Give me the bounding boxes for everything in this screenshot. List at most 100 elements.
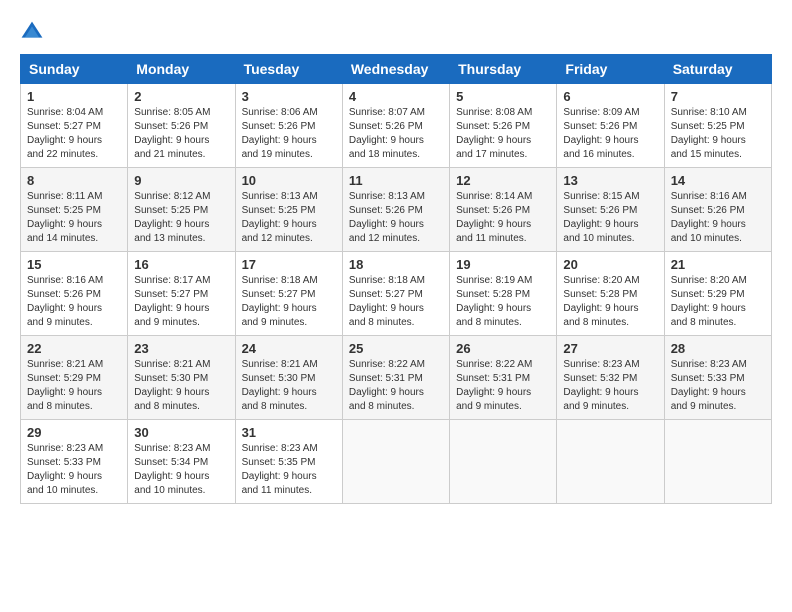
- day-number: 18: [349, 257, 443, 272]
- day-number: 16: [134, 257, 228, 272]
- day-info: Sunrise: 8:16 AMSunset: 5:26 PMDaylight:…: [671, 191, 747, 244]
- logo: [20, 20, 48, 44]
- day-info: Sunrise: 8:10 AMSunset: 5:25 PMDaylight:…: [671, 107, 747, 160]
- calendar-cell: 6 Sunrise: 8:09 AMSunset: 5:26 PMDayligh…: [557, 84, 664, 168]
- calendar-cell: 25 Sunrise: 8:22 AMSunset: 5:31 PMDaylig…: [342, 336, 449, 420]
- day-info: Sunrise: 8:23 AMSunset: 5:32 PMDaylight:…: [563, 359, 639, 412]
- day-info: Sunrise: 8:21 AMSunset: 5:29 PMDaylight:…: [27, 359, 103, 412]
- calendar-cell: 23 Sunrise: 8:21 AMSunset: 5:30 PMDaylig…: [128, 336, 235, 420]
- day-number: 5: [456, 89, 550, 104]
- day-number: 8: [27, 173, 121, 188]
- day-number: 9: [134, 173, 228, 188]
- calendar-cell: 4 Sunrise: 8:07 AMSunset: 5:26 PMDayligh…: [342, 84, 449, 168]
- day-number: 17: [242, 257, 336, 272]
- calendar-cell: 19 Sunrise: 8:19 AMSunset: 5:28 PMDaylig…: [450, 252, 557, 336]
- day-number: 30: [134, 425, 228, 440]
- calendar-cell: 24 Sunrise: 8:21 AMSunset: 5:30 PMDaylig…: [235, 336, 342, 420]
- calendar-cell: 18 Sunrise: 8:18 AMSunset: 5:27 PMDaylig…: [342, 252, 449, 336]
- calendar-cell: 29 Sunrise: 8:23 AMSunset: 5:33 PMDaylig…: [21, 420, 128, 504]
- weekday-header-monday: Monday: [128, 55, 235, 84]
- week-row-5: 29 Sunrise: 8:23 AMSunset: 5:33 PMDaylig…: [21, 420, 772, 504]
- day-number: 19: [456, 257, 550, 272]
- calendar-cell: 14 Sunrise: 8:16 AMSunset: 5:26 PMDaylig…: [664, 168, 771, 252]
- day-number: 29: [27, 425, 121, 440]
- calendar-cell: 28 Sunrise: 8:23 AMSunset: 5:33 PMDaylig…: [664, 336, 771, 420]
- calendar-cell: 26 Sunrise: 8:22 AMSunset: 5:31 PMDaylig…: [450, 336, 557, 420]
- day-info: Sunrise: 8:14 AMSunset: 5:26 PMDaylight:…: [456, 191, 532, 244]
- calendar-cell: 27 Sunrise: 8:23 AMSunset: 5:32 PMDaylig…: [557, 336, 664, 420]
- calendar-cell: [664, 420, 771, 504]
- day-info: Sunrise: 8:11 AMSunset: 5:25 PMDaylight:…: [27, 191, 102, 244]
- page-container: SundayMondayTuesdayWednesdayThursdayFrid…: [20, 20, 772, 504]
- day-number: 23: [134, 341, 228, 356]
- calendar-cell: 12 Sunrise: 8:14 AMSunset: 5:26 PMDaylig…: [450, 168, 557, 252]
- calendar-cell: 1 Sunrise: 8:04 AMSunset: 5:27 PMDayligh…: [21, 84, 128, 168]
- weekday-header-thursday: Thursday: [450, 55, 557, 84]
- day-number: 20: [563, 257, 657, 272]
- calendar-cell: 9 Sunrise: 8:12 AMSunset: 5:25 PMDayligh…: [128, 168, 235, 252]
- week-row-1: 1 Sunrise: 8:04 AMSunset: 5:27 PMDayligh…: [21, 84, 772, 168]
- calendar-cell: [342, 420, 449, 504]
- calendar-cell: 16 Sunrise: 8:17 AMSunset: 5:27 PMDaylig…: [128, 252, 235, 336]
- day-number: 26: [456, 341, 550, 356]
- weekday-header-tuesday: Tuesday: [235, 55, 342, 84]
- week-row-2: 8 Sunrise: 8:11 AMSunset: 5:25 PMDayligh…: [21, 168, 772, 252]
- day-info: Sunrise: 8:15 AMSunset: 5:26 PMDaylight:…: [563, 191, 639, 244]
- weekday-header-saturday: Saturday: [664, 55, 771, 84]
- week-row-3: 15 Sunrise: 8:16 AMSunset: 5:26 PMDaylig…: [21, 252, 772, 336]
- calendar-cell: 17 Sunrise: 8:18 AMSunset: 5:27 PMDaylig…: [235, 252, 342, 336]
- day-number: 22: [27, 341, 121, 356]
- day-info: Sunrise: 8:07 AMSunset: 5:26 PMDaylight:…: [349, 107, 425, 160]
- calendar-cell: 10 Sunrise: 8:13 AMSunset: 5:25 PMDaylig…: [235, 168, 342, 252]
- day-info: Sunrise: 8:21 AMSunset: 5:30 PMDaylight:…: [134, 359, 210, 412]
- day-info: Sunrise: 8:22 AMSunset: 5:31 PMDaylight:…: [456, 359, 532, 412]
- day-info: Sunrise: 8:23 AMSunset: 5:33 PMDaylight:…: [671, 359, 747, 412]
- day-number: 21: [671, 257, 765, 272]
- day-info: Sunrise: 8:23 AMSunset: 5:33 PMDaylight:…: [27, 443, 103, 496]
- day-info: Sunrise: 8:04 AMSunset: 5:27 PMDaylight:…: [27, 107, 103, 160]
- calendar-cell: 15 Sunrise: 8:16 AMSunset: 5:26 PMDaylig…: [21, 252, 128, 336]
- day-number: 12: [456, 173, 550, 188]
- calendar-table: SundayMondayTuesdayWednesdayThursdayFrid…: [20, 54, 772, 504]
- calendar-cell: [557, 420, 664, 504]
- calendar-cell: 30 Sunrise: 8:23 AMSunset: 5:34 PMDaylig…: [128, 420, 235, 504]
- day-number: 14: [671, 173, 765, 188]
- day-number: 31: [242, 425, 336, 440]
- calendar-cell: 21 Sunrise: 8:20 AMSunset: 5:29 PMDaylig…: [664, 252, 771, 336]
- day-info: Sunrise: 8:16 AMSunset: 5:26 PMDaylight:…: [27, 275, 103, 328]
- calendar-cell: 11 Sunrise: 8:13 AMSunset: 5:26 PMDaylig…: [342, 168, 449, 252]
- day-number: 25: [349, 341, 443, 356]
- day-number: 4: [349, 89, 443, 104]
- header: [20, 20, 772, 44]
- day-info: Sunrise: 8:05 AMSunset: 5:26 PMDaylight:…: [134, 107, 210, 160]
- calendar-cell: 7 Sunrise: 8:10 AMSunset: 5:25 PMDayligh…: [664, 84, 771, 168]
- calendar-cell: 31 Sunrise: 8:23 AMSunset: 5:35 PMDaylig…: [235, 420, 342, 504]
- weekday-header-friday: Friday: [557, 55, 664, 84]
- weekday-header-row: SundayMondayTuesdayWednesdayThursdayFrid…: [21, 55, 772, 84]
- day-info: Sunrise: 8:13 AMSunset: 5:26 PMDaylight:…: [349, 191, 425, 244]
- calendar-cell: [450, 420, 557, 504]
- day-info: Sunrise: 8:21 AMSunset: 5:30 PMDaylight:…: [242, 359, 318, 412]
- day-number: 11: [349, 173, 443, 188]
- day-info: Sunrise: 8:20 AMSunset: 5:29 PMDaylight:…: [671, 275, 747, 328]
- day-number: 10: [242, 173, 336, 188]
- calendar-cell: 8 Sunrise: 8:11 AMSunset: 5:25 PMDayligh…: [21, 168, 128, 252]
- day-number: 1: [27, 89, 121, 104]
- day-number: 15: [27, 257, 121, 272]
- day-info: Sunrise: 8:06 AMSunset: 5:26 PMDaylight:…: [242, 107, 318, 160]
- day-info: Sunrise: 8:20 AMSunset: 5:28 PMDaylight:…: [563, 275, 639, 328]
- day-number: 2: [134, 89, 228, 104]
- day-info: Sunrise: 8:18 AMSunset: 5:27 PMDaylight:…: [349, 275, 425, 328]
- day-number: 13: [563, 173, 657, 188]
- day-number: 24: [242, 341, 336, 356]
- day-info: Sunrise: 8:23 AMSunset: 5:34 PMDaylight:…: [134, 443, 210, 496]
- weekday-header-sunday: Sunday: [21, 55, 128, 84]
- day-number: 6: [563, 89, 657, 104]
- calendar-cell: 3 Sunrise: 8:06 AMSunset: 5:26 PMDayligh…: [235, 84, 342, 168]
- day-info: Sunrise: 8:12 AMSunset: 5:25 PMDaylight:…: [134, 191, 210, 244]
- calendar-cell: 5 Sunrise: 8:08 AMSunset: 5:26 PMDayligh…: [450, 84, 557, 168]
- calendar-cell: 20 Sunrise: 8:20 AMSunset: 5:28 PMDaylig…: [557, 252, 664, 336]
- day-info: Sunrise: 8:17 AMSunset: 5:27 PMDaylight:…: [134, 275, 210, 328]
- day-number: 27: [563, 341, 657, 356]
- calendar-cell: 13 Sunrise: 8:15 AMSunset: 5:26 PMDaylig…: [557, 168, 664, 252]
